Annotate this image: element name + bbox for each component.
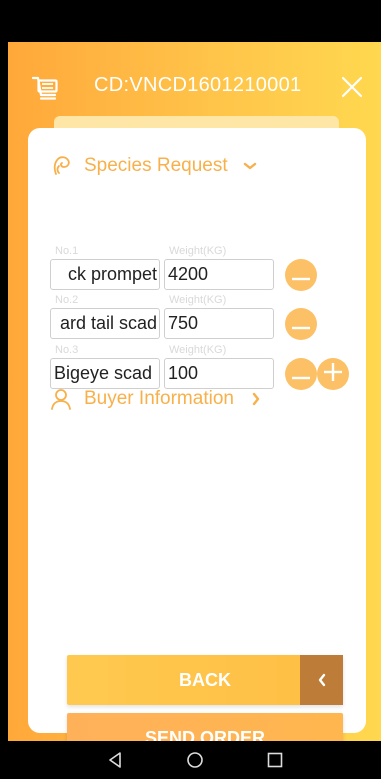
minus-icon [292, 266, 310, 285]
remove-row-button[interactable] [285, 358, 317, 390]
remove-row-button[interactable] [285, 259, 317, 291]
buyer-information-title: Buyer Information [84, 388, 234, 409]
status-bar [0, 0, 381, 42]
nav-home-icon[interactable] [186, 751, 204, 769]
app-screen: CD:VNCD1601210001 Species Request No.1 W… [8, 42, 381, 741]
species-name-field[interactable]: ck prompet [50, 259, 160, 290]
nav-recents-icon[interactable] [266, 751, 284, 769]
add-row-button[interactable] [317, 358, 349, 390]
species-name-field[interactable]: ard tail scad [50, 308, 160, 339]
weight-column-label: Weight(KG) [169, 245, 227, 257]
chevron-right-icon [248, 391, 264, 407]
person-icon [50, 388, 72, 410]
row-number-label: No.1 [55, 245, 79, 257]
chevron-left-icon [300, 655, 343, 705]
weight-column-label: Weight(KG) [169, 294, 227, 306]
nav-back-icon[interactable] [106, 751, 124, 769]
order-code-title: CD:VNCD1601210001 [94, 74, 302, 96]
weight-field[interactable]: 750 [164, 308, 274, 339]
minus-icon [292, 315, 310, 334]
remove-row-button[interactable] [285, 308, 317, 340]
send-order-button-label: SEND ORDER [144, 728, 265, 741]
weight-field[interactable]: 100 [164, 358, 274, 389]
back-button[interactable]: BACK [67, 655, 343, 705]
buyer-information-header[interactable]: Buyer Information [50, 388, 264, 410]
species-icon [50, 155, 72, 177]
close-icon[interactable] [341, 76, 363, 98]
row-number-label: No.3 [55, 344, 79, 356]
send-order-button[interactable]: SEND ORDER [67, 713, 343, 741]
plus-icon [324, 363, 342, 385]
order-card: Species Request No.1 Weight(KG) ck promp… [28, 128, 366, 741]
minus-icon [292, 365, 310, 384]
species-request-title: Species Request [84, 155, 228, 176]
species-request-header[interactable]: Species Request [50, 155, 258, 177]
weight-column-label: Weight(KG) [169, 344, 227, 356]
row-number-label: No.2 [55, 294, 79, 306]
system-nav-bar [8, 741, 381, 779]
cart-icon[interactable] [31, 75, 60, 101]
species-name-field[interactable]: Bigeye scad [50, 358, 160, 389]
weight-field[interactable]: 4200 [164, 259, 274, 290]
chevron-down-icon [242, 158, 258, 174]
